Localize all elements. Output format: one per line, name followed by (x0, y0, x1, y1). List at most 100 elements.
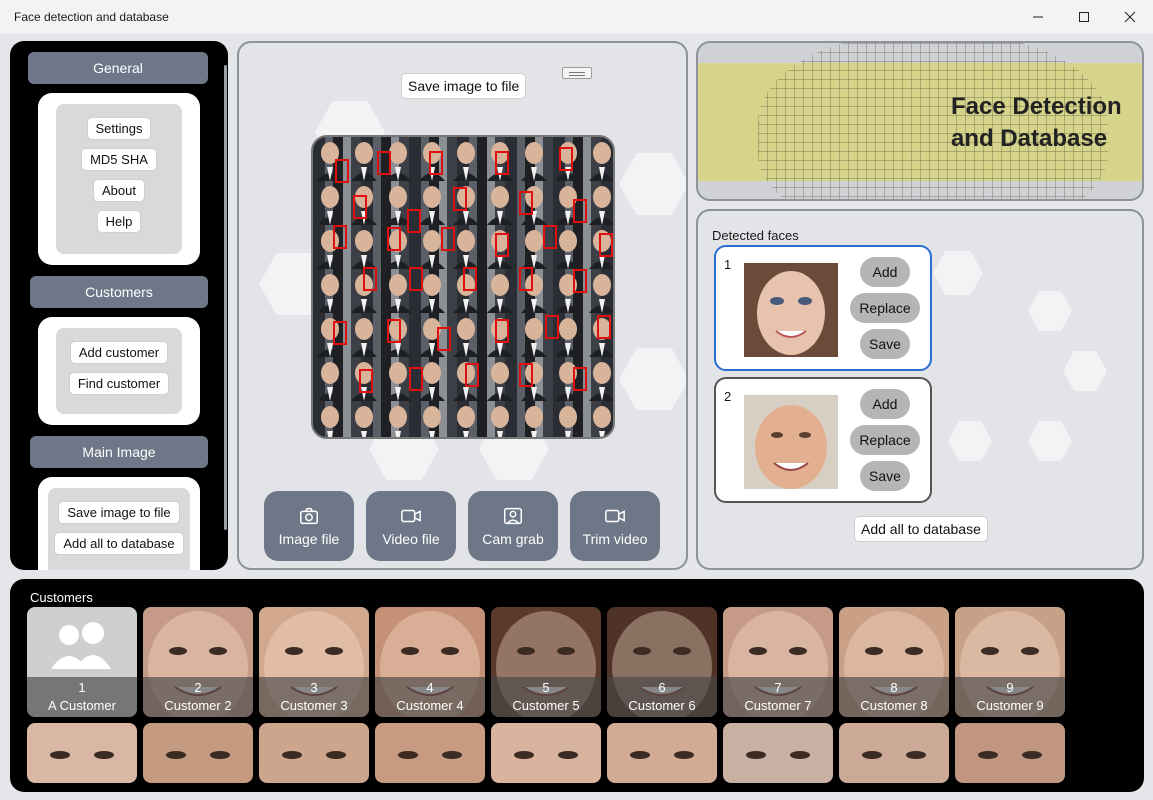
add-all-to-database-button[interactable]: Add all to database (854, 516, 988, 542)
video-file-label: Video file (382, 531, 440, 547)
customer-tile[interactable] (27, 723, 137, 783)
customer-caption: 5 Customer 5 (491, 677, 601, 717)
maximize-icon (1079, 12, 1089, 22)
video-camera-icon (605, 509, 625, 523)
users-icon (51, 622, 111, 669)
hex-decoration (933, 251, 983, 295)
detected-face-card[interactable]: 2 Add Replace Save (714, 377, 932, 503)
close-icon (1124, 11, 1136, 23)
face-save-button[interactable]: Save (860, 461, 910, 491)
settings-button[interactable]: Settings (86, 117, 152, 140)
image-file-label: Image file (278, 531, 340, 547)
customer-tile[interactable]: 8 Customer 8 (839, 607, 949, 717)
face-detection-box (519, 363, 533, 387)
face-replace-button[interactable]: Replace (850, 425, 920, 455)
customer-tile[interactable] (839, 723, 949, 783)
face-detection-box (387, 319, 401, 343)
face-detection-box (333, 321, 347, 345)
face-detection-box (597, 315, 611, 339)
video-file-button[interactable]: Video file (366, 491, 456, 561)
face-detection-box (559, 147, 573, 171)
face-number: 1 (724, 257, 732, 272)
customer-tile[interactable]: 9 Customer 9 (955, 607, 1065, 717)
face-detection-box (495, 233, 509, 257)
customers-card: Add customer Find customer (38, 317, 200, 425)
detected-faces-panel: Detected faces 1 Add Replace Save 2 Add … (696, 209, 1144, 570)
customer-number: 1 (78, 680, 86, 695)
face-thumbnail (744, 263, 838, 357)
customer-name: Customer 4 (396, 698, 464, 713)
customer-tile[interactable] (955, 723, 1065, 783)
face-save-button[interactable]: Save (860, 329, 910, 359)
add-customer-button[interactable]: Add customer (69, 341, 169, 364)
maximize-button[interactable] (1061, 0, 1107, 34)
main-image[interactable] (311, 135, 615, 439)
customer-tile[interactable] (491, 723, 601, 783)
hex-decoration (1028, 421, 1072, 461)
face-add-button[interactable]: Add (860, 389, 910, 419)
face-detection-box (377, 151, 391, 175)
image-file-button[interactable]: Image file (264, 491, 354, 561)
main-image-panel: Save image to file Image file Video file (237, 41, 688, 570)
customer-face (282, 751, 346, 759)
customer-tile[interactable]: 5 Customer 5 (491, 607, 601, 717)
customer-caption: 3 Customer 3 (259, 677, 369, 717)
customer-caption: 7 Customer 7 (723, 677, 833, 717)
customer-tile[interactable] (723, 723, 833, 783)
minimize-button[interactable] (1015, 0, 1061, 34)
customer-number: 4 (426, 680, 434, 695)
about-button[interactable]: About (93, 179, 145, 202)
sidebar-header-customers[interactable]: Customers (30, 276, 208, 308)
customer-tile[interactable]: 4 Customer 4 (375, 607, 485, 717)
customer-tile[interactable]: 1 A Customer (27, 607, 137, 717)
customer-tile[interactable] (143, 723, 253, 783)
trim-video-button[interactable]: Trim video (570, 491, 660, 561)
hex-decoration (619, 153, 686, 215)
sidebar-scrollbar[interactable] (224, 65, 227, 530)
customer-name: Customer 8 (860, 698, 928, 713)
customer-tile[interactable]: 7 Customer 7 (723, 607, 833, 717)
sidebar-header-general[interactable]: General (28, 52, 208, 84)
customer-caption: 8 Customer 8 (839, 677, 949, 717)
customer-tile[interactable] (375, 723, 485, 783)
customer-caption: 6 Customer 6 (607, 677, 717, 717)
banner-title-line2: and Database (951, 125, 1108, 152)
hex-decoration (1028, 291, 1072, 331)
customer-name: Customer 6 (628, 698, 696, 713)
save-image-button[interactable]: Save image to file (401, 73, 527, 99)
find-customer-button[interactable]: Find customer (68, 372, 170, 395)
customer-tile[interactable] (259, 723, 369, 783)
customer-caption: 4 Customer 4 (375, 677, 485, 717)
customer-tile[interactable]: 6 Customer 6 (607, 607, 717, 717)
customer-name: Customer 3 (280, 698, 348, 713)
close-button[interactable] (1107, 0, 1153, 34)
customer-face (978, 751, 1042, 759)
sidebar-add-all-button[interactable]: Add all to database (54, 532, 184, 555)
face-detection-box (519, 191, 533, 215)
face-detection-box (573, 269, 587, 293)
title-bar: Face detection and database (0, 0, 1153, 34)
trim-video-label: Trim video (582, 531, 648, 547)
cam-grab-button[interactable]: Cam grab (468, 491, 558, 561)
customer-tile[interactable]: 3 Customer 3 (259, 607, 369, 717)
customer-name: A Customer (48, 698, 116, 713)
detected-face-card[interactable]: 1 Add Replace Save (714, 245, 932, 371)
customer-name: Customer 7 (744, 698, 812, 713)
customer-tile[interactable] (607, 723, 717, 783)
face-detection-box (573, 199, 587, 223)
face-add-button[interactable]: Add (860, 257, 910, 287)
md5-sha-button[interactable]: MD5 SHA (81, 148, 157, 171)
customers-panel: Customers 1 A Customer 2 Customer 2 3 Custome… (10, 579, 1144, 792)
customer-number: 6 (658, 680, 666, 695)
customer-tile[interactable]: 2 Customer 2 (143, 607, 253, 717)
sidebar-save-image-button[interactable]: Save image to file (58, 501, 180, 524)
camera-icon (300, 507, 318, 525)
sidebar-header-main-image[interactable]: Main Image (30, 436, 208, 468)
help-button[interactable]: Help (96, 210, 142, 233)
hex-decoration (948, 421, 992, 461)
customer-face (746, 751, 810, 759)
face-replace-button[interactable]: Replace (850, 293, 920, 323)
cam-grab-label: Cam grab (482, 531, 544, 547)
customer-number: 7 (774, 680, 782, 695)
resize-grip[interactable] (562, 67, 592, 79)
